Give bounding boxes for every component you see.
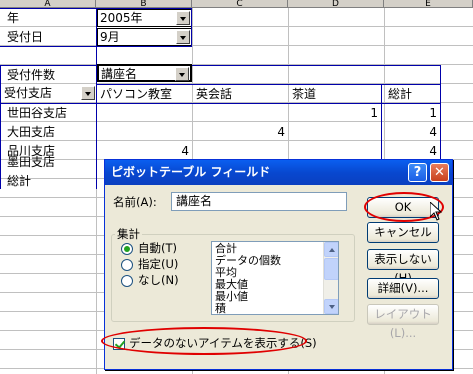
scroll-down-icon[interactable]: [324, 299, 338, 314]
radio-specify-label[interactable]: 指定(U): [138, 257, 178, 272]
column-field-value: 講座名: [101, 67, 138, 81]
chevron-down-icon[interactable]: [81, 86, 95, 100]
grand-total-label: 総計: [7, 174, 32, 188]
cancel-button[interactable]: キャンセル: [367, 222, 439, 243]
page-field-date-dropdown[interactable]: 9月: [97, 28, 192, 46]
page-field-year-label: 年: [7, 11, 20, 25]
column-header-a[interactable]: A: [0, 0, 96, 8]
column-field-dropdown[interactable]: 講座名: [97, 64, 192, 82]
chevron-down-icon[interactable]: [175, 67, 189, 81]
scroll-thumb[interactable]: [324, 258, 338, 280]
page-field-date-label: 受付日: [7, 30, 44, 44]
row-label-sumida: 墨田支店: [7, 155, 56, 169]
dialog-title: ピボットテーブル フィールド: [111, 165, 271, 179]
scroll-up-icon[interactable]: [324, 242, 338, 257]
chevron-down-icon[interactable]: [176, 11, 190, 25]
close-button[interactable]: ✕: [430, 163, 449, 182]
name-input[interactable]: 講座名: [171, 192, 347, 211]
radio-specify[interactable]: [121, 259, 133, 271]
checkbox-highlight-oval: [101, 327, 307, 355]
row-label-setagaya: 世田谷支店: [7, 106, 68, 120]
cell-setagaya-total[interactable]: 1: [385, 104, 440, 123]
page-field-year-value: 2005年: [100, 11, 143, 25]
column-header-e[interactable]: E: [384, 0, 473, 8]
radio-none[interactable]: [121, 275, 133, 287]
radio-auto-label[interactable]: 自動(T): [138, 241, 177, 256]
column-header-d[interactable]: D: [288, 0, 384, 8]
column-header-b[interactable]: B: [96, 0, 192, 8]
dialog-title-bar[interactable]: ピボットテーブル フィールド ? ✕: [105, 160, 452, 185]
detail-button[interactable]: 詳細(V)...: [367, 278, 439, 299]
mouse-cursor-icon: [430, 202, 442, 221]
row-field-value: 受付支店: [4, 86, 53, 100]
radio-none-label[interactable]: なし(N): [138, 273, 179, 288]
column-item-total: 総計: [388, 87, 413, 101]
page-field-year-dropdown[interactable]: 2005年: [97, 9, 192, 27]
help-button[interactable]: ?: [408, 163, 427, 182]
cell-setagaya-tea[interactable]: 1: [289, 104, 381, 123]
list-scrollbar[interactable]: [323, 242, 338, 314]
name-label: 名前(A):: [113, 195, 157, 209]
row-label-ota: 大田支店: [7, 125, 56, 139]
column-header-c[interactable]: C: [192, 0, 288, 8]
column-item-tea: 茶道: [292, 87, 317, 101]
cell-ota-total[interactable]: 4: [385, 123, 440, 142]
data-field-label: 受付件数: [7, 68, 56, 82]
page-field-date-value: 9月: [100, 30, 120, 44]
summary-function-list[interactable]: 合計 データの個数 平均 最大値 最小値 積: [211, 241, 339, 315]
column-item-english: 英会話: [196, 87, 233, 101]
chevron-down-icon[interactable]: [176, 30, 190, 44]
cell-ota-english[interactable]: 4: [193, 123, 288, 142]
row-field-dropdown[interactable]: 受付支店: [1, 85, 96, 103]
summary-group-label: 集計: [115, 227, 142, 241]
column-item-pc: パソコン教室: [100, 87, 173, 101]
layout-button[interactable]: レイアウト(L)...: [367, 304, 439, 340]
hide-button[interactable]: 表示しない(H): [367, 249, 439, 285]
function-item-product[interactable]: 積: [215, 303, 226, 315]
radio-auto[interactable]: [121, 243, 133, 255]
